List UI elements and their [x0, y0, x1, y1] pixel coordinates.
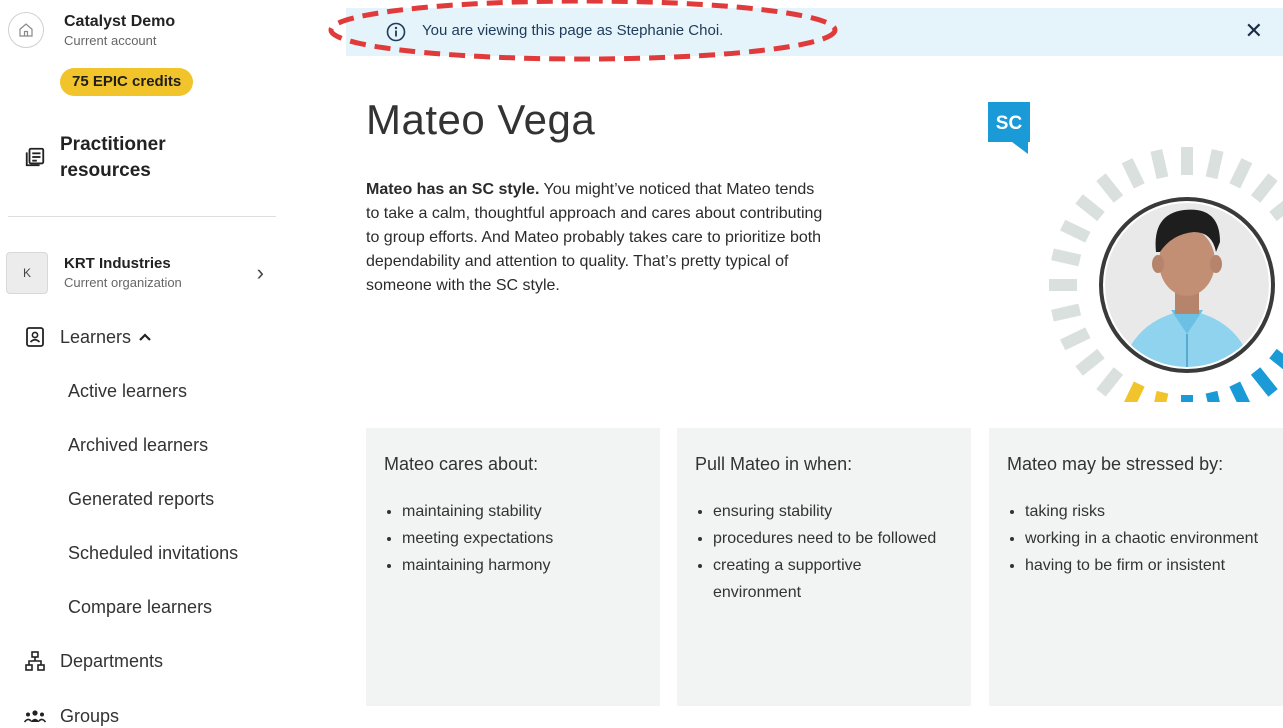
disc-tick	[1229, 381, 1253, 412]
card-list: taking risks working in a chaotic enviro…	[1025, 498, 1265, 579]
disc-tick	[1051, 303, 1082, 322]
style-summary: Mateo has an SC style.	[366, 181, 540, 198]
list-item: maintaining harmony	[402, 552, 642, 579]
avatar	[1105, 203, 1269, 367]
disc-tick	[1250, 367, 1278, 397]
nav-groups[interactable]: Groups	[24, 705, 119, 727]
list-item: creating a supportive environment	[713, 552, 953, 606]
disc-tick	[1205, 390, 1224, 421]
disc-tick	[1060, 327, 1091, 351]
divider	[8, 216, 276, 217]
chevron-up-icon	[139, 329, 151, 345]
close-icon[interactable]: ✕	[1245, 18, 1263, 44]
disc-tick	[1096, 367, 1124, 397]
org-initial: K	[6, 252, 48, 294]
nav-active-learners[interactable]: Active learners	[68, 381, 187, 402]
style-badge: SC	[988, 102, 1030, 154]
list-item: taking risks	[1025, 498, 1265, 525]
nav-compare-learners[interactable]: Compare learners	[68, 597, 212, 618]
nav-scheduled-invitations[interactable]: Scheduled invitations	[68, 543, 238, 564]
org-name: KRT Industries	[64, 255, 171, 272]
disc-tick	[1229, 158, 1253, 189]
disc-tick	[1121, 381, 1145, 412]
list-item: meeting expectations	[402, 525, 642, 552]
style-description: Mateo has an SC style. You might’ve noti…	[366, 178, 826, 298]
nav-learners-label: Learners	[60, 326, 132, 347]
disc-tick	[1269, 200, 1283, 222]
pull-in-when-card: Pull Mateo in when: ensuring stability p…	[677, 428, 971, 706]
stressed-by-card: Mateo may be stressed by: taking risks w…	[989, 428, 1283, 706]
list-item: procedures need to be followed	[713, 525, 953, 552]
nav-archived-learners[interactable]: Archived learners	[68, 435, 208, 456]
credits-badge: 75 EPIC credits	[60, 68, 194, 96]
card-title: Mateo may be stressed by:	[1007, 454, 1224, 474]
nav-departments[interactable]: Departments	[24, 650, 163, 672]
nav-generated-reports[interactable]: Generated reports	[68, 489, 214, 510]
cares-about-card: Mateo cares about: maintaining stability…	[366, 428, 660, 706]
disc-tick	[1205, 149, 1224, 180]
disc-tick	[1075, 348, 1105, 376]
svg-text:SC: SC	[996, 113, 1023, 134]
disc-tick	[1250, 173, 1278, 203]
people-group-icon	[24, 705, 46, 727]
disc-tick	[1075, 194, 1105, 222]
list-item: ensuring stability	[713, 498, 953, 525]
card-list: ensuring stability procedures need to be…	[713, 498, 953, 606]
page-title: Mateo Vega	[366, 96, 596, 143]
highlight-annotation	[328, 0, 838, 62]
disc-tick	[1060, 219, 1091, 243]
sidebar: Catalyst Demo Current account 75 EPIC cr…	[0, 0, 290, 728]
list-item: maintaining stability	[402, 498, 642, 525]
card-title: Mateo cares about:	[384, 454, 539, 474]
disc-tick	[1150, 390, 1169, 421]
disc-tick	[1269, 348, 1283, 370]
organization-switcher[interactable]: K KRT Industries Current organization ›	[6, 252, 270, 294]
list-item: working in a chaotic environment	[1025, 525, 1265, 552]
account-name: Catalyst Demo	[64, 13, 176, 30]
home-icon	[8, 12, 44, 48]
practitioner-resources-label: Practitioner resources	[60, 134, 166, 181]
document-list-icon	[24, 146, 46, 168]
card-title: Pull Mateo in when:	[695, 454, 853, 474]
account-switcher[interactable]: Catalyst Demo Current account	[8, 12, 175, 50]
disc-tick	[1051, 248, 1082, 267]
nav-learners[interactable]: Learners	[24, 326, 151, 348]
card-list: maintaining stability meeting expectatio…	[402, 498, 642, 579]
disc-tick	[1096, 173, 1124, 203]
chevron-right-icon: ›	[256, 260, 264, 285]
disc-tick	[1150, 149, 1169, 180]
nav-departments-label: Departments	[60, 650, 164, 671]
org-subtitle: Current organization	[64, 275, 182, 290]
org-chart-icon	[24, 650, 46, 672]
nav-groups-label: Groups	[60, 705, 120, 726]
contact-card-icon	[24, 326, 46, 348]
disc-tick	[1121, 158, 1145, 189]
list-item: having to be firm or insistent	[1025, 552, 1265, 579]
disc-style-graphic: SC	[988, 102, 1283, 423]
account-subtitle: Current account	[64, 33, 157, 48]
practitioner-resources-link[interactable]: Practitioner resources	[24, 132, 210, 184]
